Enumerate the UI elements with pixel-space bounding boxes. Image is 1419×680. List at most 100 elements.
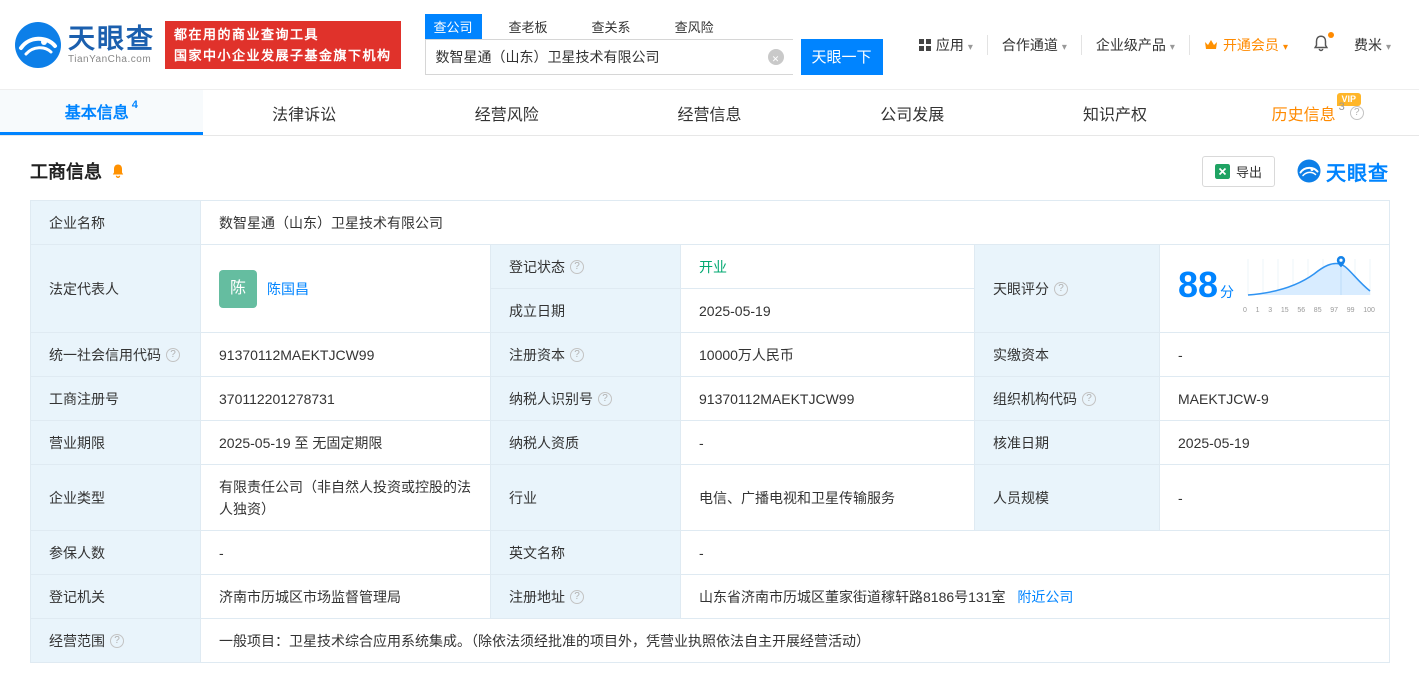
tab-legal-label: 法律诉讼 xyxy=(272,106,337,124)
table-row: 工商注册号 370112201278731 纳税人识别号 91370112MAE… xyxy=(30,376,1391,421)
nav-enterprise-label: 企业级产品 xyxy=(1095,36,1166,53)
brand-icon xyxy=(1297,159,1321,183)
export-button[interactable]: 导出 xyxy=(1201,155,1275,187)
nav-apps[interactable]: 应用 xyxy=(905,35,987,55)
nearby-companies-link[interactable]: 附近公司 xyxy=(1017,589,1073,605)
credit-code-value: 91370112MAEKTJCW99 xyxy=(200,332,491,377)
notification-bell[interactable] xyxy=(1302,32,1340,55)
tab-basic-info-label: 基本信息 xyxy=(64,105,129,122)
establish-date-value: 2025-05-19 xyxy=(680,288,975,333)
company-type-value: 有限责任公司（非自然人投资或控股的法人独资） xyxy=(200,464,491,531)
help-icon[interactable] xyxy=(166,347,180,362)
english-name-value: - xyxy=(679,530,1391,575)
logo-name: 天眼查 xyxy=(68,24,155,54)
score-big: 88 xyxy=(1178,264,1219,305)
nav-enterprise[interactable]: 企业级产品 xyxy=(1080,34,1189,55)
nav-vip[interactable]: 开通会员 xyxy=(1188,34,1302,55)
search-tab-company[interactable]: 查公司 xyxy=(424,13,482,39)
search-tab-risk[interactable]: 查风险 xyxy=(666,14,723,39)
business-term-value: 2025-05-19 至 无固定期限 xyxy=(200,420,491,465)
score-unit: 分 xyxy=(1220,284,1235,300)
table-row: 企业名称 数智星通（山东）卫星技术有限公司 xyxy=(30,200,1391,245)
taxpayer-id-value: 91370112MAEKTJCW99 xyxy=(680,376,975,421)
brand-watermark: 天眼查 xyxy=(1297,157,1389,186)
help-icon[interactable] xyxy=(570,589,584,604)
english-name-label: 英文名称 xyxy=(490,530,681,575)
table-row: 登记机关 济南市历城区市场监督管理局 注册地址 山东省济南市历城区董家街道稼轩路… xyxy=(30,574,1391,619)
tab-intellectual-property[interactable]: 知识产权 xyxy=(1014,90,1217,135)
business-scope-value: 一般项目：卫星技术综合应用系统集成。（除依法须经批准的项目外，凭营业执照依法自主… xyxy=(199,618,1391,663)
company-type-label: 企业类型 xyxy=(30,464,201,531)
table-row: 企业类型 有限责任公司（非自然人投资或控股的法人独资） 行业 电信、广播电视和卫… xyxy=(30,464,1391,531)
excel-icon xyxy=(1214,163,1230,179)
table-row: 统一社会信用代码 91370112MAEKTJCW99 注册资本 10000万人… xyxy=(30,332,1391,377)
business-term-label: 营业期限 xyxy=(30,420,201,465)
tab-operating-risk[interactable]: 经营风险 xyxy=(405,90,608,135)
paid-capital-value: - xyxy=(1158,332,1391,377)
help-icon[interactable] xyxy=(1054,281,1068,296)
table-row: 经营范围 一般项目：卫星技术综合应用系统集成。（除依法须经批准的项目外，凭营业执… xyxy=(30,618,1391,663)
legal-rep-link[interactable]: 陈国昌 xyxy=(267,278,309,300)
table-row: 营业期限 2025-05-19 至 无固定期限 纳税人资质 - 核准日期 202… xyxy=(30,420,1391,465)
tab-business-info-label: 经营信息 xyxy=(677,106,742,124)
nav-apps-label: 应用 xyxy=(935,36,964,53)
score-value: 88 分 0 1 3 15 56 85 97 99 100 xyxy=(1158,244,1391,333)
tab-basic-info[interactable]: 基本信息 4 xyxy=(0,90,203,135)
tianyancha-logo[interactable]: 天眼查 TianYanCha.com xyxy=(14,21,155,69)
table-row: 法定代表人 陈 陈国昌 登记状态 开业 天眼评分 88分 xyxy=(30,244,1391,333)
search-input[interactable] xyxy=(424,38,793,75)
table-row: 参保人数 - 英文名称 - xyxy=(30,530,1391,575)
reg-number-label: 工商注册号 xyxy=(30,376,201,421)
help-icon[interactable] xyxy=(1349,105,1364,120)
tab-basic-info-count: 4 xyxy=(131,99,138,111)
tab-company-development[interactable]: 公司发展 xyxy=(811,90,1014,135)
reg-address-value: 山东省济南市历城区董家街道稼轩路8186号131室 附近公司 xyxy=(679,574,1391,619)
search-button[interactable]: 天眼一下 xyxy=(800,38,883,75)
taxpayer-quality-value: - xyxy=(680,420,975,465)
search-tab-relation[interactable]: 查关系 xyxy=(583,14,640,39)
banner-line1: 都在用的商业查询工具 xyxy=(174,26,320,42)
industry-value: 电信、广播电视和卫星传输服务 xyxy=(680,464,975,531)
help-icon[interactable] xyxy=(110,633,124,648)
approval-date-value: 2025-05-19 xyxy=(1158,420,1391,465)
clear-icon[interactable] xyxy=(767,48,784,65)
help-icon[interactable] xyxy=(570,259,584,274)
insured-count-value: - xyxy=(200,530,491,575)
page-tabs: 基本信息 4 法律诉讼 经营风险 经营信息 公司发展 知识产权 VIP 历史信息 3 xyxy=(0,90,1419,136)
tab-history-info-label: 历史信息 xyxy=(1271,106,1336,124)
search-block: 查公司 查老板 查关系 查风险 天眼一下 xyxy=(424,13,883,75)
approval-date-label: 核准日期 xyxy=(974,420,1160,465)
industry-label: 行业 xyxy=(490,464,681,531)
chevron-down-icon xyxy=(964,37,973,53)
insured-count-label: 参保人数 xyxy=(30,530,201,575)
paid-capital-label: 实缴资本 xyxy=(974,332,1160,377)
section-title: 工商信息 xyxy=(30,162,102,182)
tab-legal[interactable]: 法律诉讼 xyxy=(203,90,406,135)
nav-partner[interactable]: 合作通道 xyxy=(986,34,1081,55)
nav-user[interactable]: 费米 xyxy=(1340,35,1405,55)
taxpayer-quality-label: 纳税人资质 xyxy=(490,420,681,465)
score-number: 88 分 xyxy=(1178,267,1235,303)
help-icon[interactable] xyxy=(1082,391,1096,406)
legal-rep-label: 法定代表人 xyxy=(30,244,201,333)
tab-history-info-count: 3 xyxy=(1338,100,1345,113)
tab-history-info[interactable]: VIP 历史信息 3 xyxy=(1216,90,1419,135)
credit-code-label: 统一社会信用代码 xyxy=(30,332,201,377)
tab-operating-risk-label: 经营风险 xyxy=(474,106,539,124)
help-icon[interactable] xyxy=(570,347,584,362)
tab-business-info[interactable]: 经营信息 xyxy=(608,90,811,135)
search-tab-boss[interactable]: 查老板 xyxy=(500,14,557,39)
bell-icon xyxy=(1313,35,1329,52)
company-name-label: 企业名称 xyxy=(30,200,201,245)
notification-dot xyxy=(1327,32,1334,38)
monitor-bell-icon[interactable] xyxy=(110,163,126,179)
reg-status-label: 登记状态 xyxy=(490,244,681,289)
score-distribution-chart: 0 1 3 15 56 85 97 99 100 xyxy=(1243,255,1375,322)
logo-domain: TianYanCha.com xyxy=(68,54,152,65)
nav-partner-label: 合作通道 xyxy=(1001,36,1058,53)
chevron-down-icon xyxy=(1279,37,1288,53)
crown-icon xyxy=(1204,39,1218,51)
help-icon[interactable] xyxy=(598,391,612,406)
reg-status-label-text: 登记状态 xyxy=(509,258,565,275)
legal-rep-avatar[interactable]: 陈 xyxy=(219,269,257,308)
